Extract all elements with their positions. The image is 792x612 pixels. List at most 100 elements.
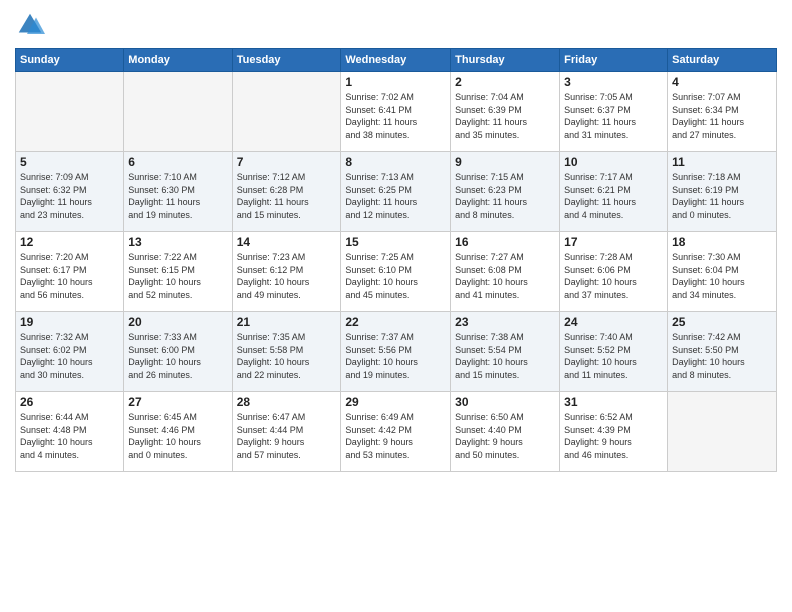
weekday-header-monday: Monday <box>124 49 232 72</box>
weekday-header-saturday: Saturday <box>668 49 777 72</box>
calendar-cell: 24 Sunrise: 7:40 AMSunset: 5:52 PMDayligh… <box>560 312 668 392</box>
day-info: Sunrise: 7:02 AMSunset: 6:41 PMDaylight:… <box>345 91 446 141</box>
calendar-cell: 5 Sunrise: 7:09 AMSunset: 6:32 PMDaylight… <box>16 152 124 232</box>
day-number: 29 <box>345 395 446 409</box>
calendar-cell <box>232 72 341 152</box>
calendar-cell: 18 Sunrise: 7:30 AMSunset: 6:04 PMDayligh… <box>668 232 777 312</box>
day-info: Sunrise: 7:30 AMSunset: 6:04 PMDaylight:… <box>672 251 772 301</box>
calendar-cell: 16Sunrise: 7:27 AMSunset: 6:08 PMDayligh… <box>451 232 560 312</box>
weekday-header-wednesday: Wednesday <box>341 49 451 72</box>
day-number: 22 <box>345 315 446 329</box>
day-info: Sunrise: 7:23 AMSunset: 6:12 PMDaylight:… <box>237 251 337 301</box>
day-info: Sunrise: 7:33 AMSunset: 6:00 PMDaylight:… <box>128 331 227 381</box>
day-number: 18 <box>672 235 772 249</box>
day-info: Sunrise: 7:28 AMSunset: 6:06 PMDaylight:… <box>564 251 663 301</box>
calendar-header-row: SundayMondayTuesdayWednesdayThursdayFrid… <box>16 49 777 72</box>
calendar-cell: 27 Sunrise: 6:45 AMSunset: 4:46 PMDayligh… <box>124 392 232 472</box>
calendar-cell: 13Sunrise: 7:22 AMSunset: 6:15 PMDayligh… <box>124 232 232 312</box>
day-info: Sunrise: 7:38 AMSunset: 5:54 PMDaylight:… <box>455 331 555 381</box>
calendar-cell: 12 Sunrise: 7:20 AMSunset: 6:17 PMDayligh… <box>16 232 124 312</box>
calendar-cell <box>16 72 124 152</box>
day-info: Sunrise: 7:12 AMSunset: 6:28 PMDaylight:… <box>237 171 337 221</box>
calendar-cell: 8 Sunrise: 7:13 AMSunset: 6:25 PMDaylight… <box>341 152 451 232</box>
weekday-header-thursday: Thursday <box>451 49 560 72</box>
calendar-cell: 4 Sunrise: 7:07 AMSunset: 6:34 PMDaylight… <box>668 72 777 152</box>
day-number: 12 <box>20 235 119 249</box>
page-container: SundayMondayTuesdayWednesdayThursdayFrid… <box>0 0 792 482</box>
page-header <box>15 10 777 40</box>
day-info: Sunrise: 7:25 AMSunset: 6:10 PMDaylight:… <box>345 251 446 301</box>
calendar-week-3: 12 Sunrise: 7:20 AMSunset: 6:17 PMDayligh… <box>16 232 777 312</box>
day-number: 8 <box>345 155 446 169</box>
calendar-week-5: 26Sunrise: 6:44 AMSunset: 4:48 PMDayligh… <box>16 392 777 472</box>
day-number: 11 <box>672 155 772 169</box>
calendar-week-2: 5 Sunrise: 7:09 AMSunset: 6:32 PMDaylight… <box>16 152 777 232</box>
logo-icon <box>15 10 45 40</box>
day-info: Sunrise: 7:15 AMSunset: 6:23 PMDaylight:… <box>455 171 555 221</box>
calendar-cell: 19 Sunrise: 7:32 AMSunset: 6:02 PMDayligh… <box>16 312 124 392</box>
calendar-week-1: 1Sunrise: 7:02 AMSunset: 6:41 PMDaylight… <box>16 72 777 152</box>
calendar-cell: 29Sunrise: 6:49 AMSunset: 4:42 PMDayligh… <box>341 392 451 472</box>
day-number: 30 <box>455 395 555 409</box>
calendar-cell: 11 Sunrise: 7:18 AMSunset: 6:19 PMDayligh… <box>668 152 777 232</box>
calendar-table: SundayMondayTuesdayWednesdayThursdayFrid… <box>15 48 777 472</box>
day-info: Sunrise: 7:22 AMSunset: 6:15 PMDaylight:… <box>128 251 227 301</box>
day-info: Sunrise: 7:18 AMSunset: 6:19 PMDaylight:… <box>672 171 772 221</box>
calendar-cell: 6 Sunrise: 7:10 AMSunset: 6:30 PMDaylight… <box>124 152 232 232</box>
calendar-cell: 9Sunrise: 7:15 AMSunset: 6:23 PMDaylight… <box>451 152 560 232</box>
day-info: Sunrise: 6:52 AMSunset: 4:39 PMDaylight:… <box>564 411 663 461</box>
day-info: Sunrise: 7:37 AMSunset: 5:56 PMDaylight:… <box>345 331 446 381</box>
day-number: 27 <box>128 395 227 409</box>
day-number: 14 <box>237 235 337 249</box>
day-number: 2 <box>455 75 555 89</box>
calendar-cell: 21Sunrise: 7:35 AMSunset: 5:58 PMDayligh… <box>232 312 341 392</box>
day-info: Sunrise: 6:47 AMSunset: 4:44 PMDaylight:… <box>237 411 337 461</box>
calendar-cell <box>124 72 232 152</box>
weekday-header-sunday: Sunday <box>16 49 124 72</box>
calendar-cell: 20 Sunrise: 7:33 AMSunset: 6:00 PMDayligh… <box>124 312 232 392</box>
calendar-cell: 26Sunrise: 6:44 AMSunset: 4:48 PMDayligh… <box>16 392 124 472</box>
day-info: Sunrise: 7:17 AMSunset: 6:21 PMDaylight:… <box>564 171 663 221</box>
day-number: 5 <box>20 155 119 169</box>
weekday-header-friday: Friday <box>560 49 668 72</box>
day-info: Sunrise: 7:32 AMSunset: 6:02 PMDaylight:… <box>20 331 119 381</box>
day-number: 23 <box>455 315 555 329</box>
calendar-cell: 17 Sunrise: 7:28 AMSunset: 6:06 PMDayligh… <box>560 232 668 312</box>
day-info: Sunrise: 7:04 AMSunset: 6:39 PMDaylight:… <box>455 91 555 141</box>
calendar-cell: 28 Sunrise: 6:47 AMSunset: 4:44 PMDayligh… <box>232 392 341 472</box>
day-number: 6 <box>128 155 227 169</box>
day-number: 4 <box>672 75 772 89</box>
day-info: Sunrise: 7:09 AMSunset: 6:32 PMDaylight:… <box>20 171 119 221</box>
day-number: 15 <box>345 235 446 249</box>
day-number: 24 <box>564 315 663 329</box>
day-number: 7 <box>237 155 337 169</box>
calendar-week-4: 19 Sunrise: 7:32 AMSunset: 6:02 PMDayligh… <box>16 312 777 392</box>
calendar-cell: 1Sunrise: 7:02 AMSunset: 6:41 PMDaylight… <box>341 72 451 152</box>
day-info: Sunrise: 7:42 AMSunset: 5:50 PMDaylight:… <box>672 331 772 381</box>
calendar-cell: 31 Sunrise: 6:52 AMSunset: 4:39 PMDayligh… <box>560 392 668 472</box>
calendar-cell: 3Sunrise: 7:05 AMSunset: 6:37 PMDaylight… <box>560 72 668 152</box>
calendar-cell: 23 Sunrise: 7:38 AMSunset: 5:54 PMDayligh… <box>451 312 560 392</box>
day-number: 17 <box>564 235 663 249</box>
day-info: Sunrise: 7:10 AMSunset: 6:30 PMDaylight:… <box>128 171 227 221</box>
day-number: 28 <box>237 395 337 409</box>
weekday-header-tuesday: Tuesday <box>232 49 341 72</box>
calendar-cell: 15 Sunrise: 7:25 AMSunset: 6:10 PMDayligh… <box>341 232 451 312</box>
day-number: 31 <box>564 395 663 409</box>
calendar-cell: 7 Sunrise: 7:12 AMSunset: 6:28 PMDaylight… <box>232 152 341 232</box>
day-number: 20 <box>128 315 227 329</box>
day-info: Sunrise: 7:20 AMSunset: 6:17 PMDaylight:… <box>20 251 119 301</box>
calendar-cell: 25Sunrise: 7:42 AMSunset: 5:50 PMDayligh… <box>668 312 777 392</box>
calendar-cell: 10Sunrise: 7:17 AMSunset: 6:21 PMDayligh… <box>560 152 668 232</box>
day-info: Sunrise: 7:27 AMSunset: 6:08 PMDaylight:… <box>455 251 555 301</box>
day-info: Sunrise: 7:13 AMSunset: 6:25 PMDaylight:… <box>345 171 446 221</box>
calendar-cell: 2 Sunrise: 7:04 AMSunset: 6:39 PMDaylight… <box>451 72 560 152</box>
calendar-cell: 14 Sunrise: 7:23 AMSunset: 6:12 PMDayligh… <box>232 232 341 312</box>
day-info: Sunrise: 6:45 AMSunset: 4:46 PMDaylight:… <box>128 411 227 461</box>
day-info: Sunrise: 6:50 AMSunset: 4:40 PMDaylight:… <box>455 411 555 461</box>
calendar-cell: 22 Sunrise: 7:37 AMSunset: 5:56 PMDayligh… <box>341 312 451 392</box>
day-info: Sunrise: 7:40 AMSunset: 5:52 PMDaylight:… <box>564 331 663 381</box>
day-info: Sunrise: 7:05 AMSunset: 6:37 PMDaylight:… <box>564 91 663 141</box>
day-number: 19 <box>20 315 119 329</box>
day-info: Sunrise: 7:07 AMSunset: 6:34 PMDaylight:… <box>672 91 772 141</box>
